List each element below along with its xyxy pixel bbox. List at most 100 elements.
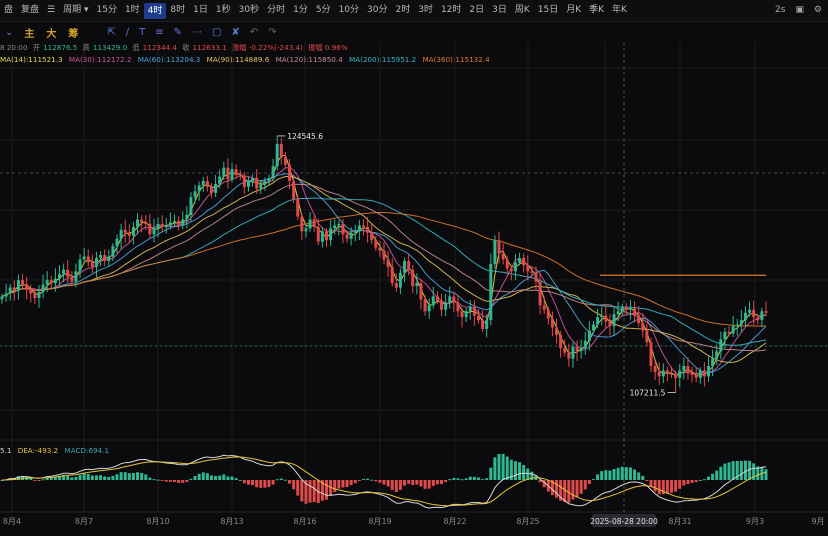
ellipsis-icon[interactable]: ⋯ <box>187 27 207 38</box>
timeframe-23[interactable]: 月K <box>562 0 585 21</box>
macd-bar <box>600 471 604 480</box>
trend-line-icon[interactable]: ∕ <box>121 27 134 38</box>
redo-icon[interactable]: ↷ <box>263 27 281 38</box>
timeframe-14[interactable]: 10分 <box>335 0 363 21</box>
candle-body <box>690 373 694 375</box>
timeframe-8[interactable]: 1日 <box>189 0 212 21</box>
macd-bar <box>136 472 140 480</box>
timeframe-13[interactable]: 5分 <box>312 0 335 21</box>
candle-body <box>559 334 563 349</box>
high-label: 124545.6 <box>287 132 323 141</box>
timeframe-2[interactable]: ☰ <box>43 0 59 21</box>
open-value: 112876.5 <box>43 43 78 52</box>
candle-body <box>12 287 16 291</box>
candle-body <box>489 263 493 321</box>
macd-bar <box>637 472 641 480</box>
candle-body <box>283 157 287 165</box>
timeframe-6[interactable]: 4时 <box>143 2 167 19</box>
draw-cursor-icon[interactable]: ⇱ <box>102 27 120 38</box>
macd-bar <box>575 480 579 498</box>
timeframe-3[interactable]: 周期 ▾ <box>59 0 92 21</box>
price-chart[interactable]: 124545.6 107211.5 8月4 8月7 8月10 8月13 8月16 8月19 8… <box>0 0 828 536</box>
timeframe-22[interactable]: 15日 <box>534 0 562 21</box>
timeframe-12[interactable]: 1分 <box>289 0 312 21</box>
candle-body <box>653 366 657 372</box>
ma-line <box>1 197 767 346</box>
macd-bar <box>489 467 493 480</box>
timeframe-5[interactable]: 1时 <box>121 0 144 21</box>
camera-icon[interactable]: ▣ <box>795 0 804 21</box>
settings-icon[interactable]: ⚙ <box>814 0 822 21</box>
amplitude-value: 振幅 0.96% <box>308 43 348 52</box>
chip-distribution-button[interactable]: 筹 <box>62 25 84 40</box>
macd-bar <box>279 478 283 480</box>
timeframe-19[interactable]: 2日 <box>465 0 488 21</box>
macd-bar <box>472 476 476 480</box>
timeframe-9[interactable]: 1秒 <box>212 0 235 21</box>
macd-bar <box>341 480 345 488</box>
candle-body <box>168 222 172 226</box>
macd-bar <box>189 478 193 480</box>
macd-bar <box>353 480 357 484</box>
macd-bar <box>616 467 620 480</box>
macd-bar <box>283 479 287 481</box>
macd-bar <box>464 478 468 480</box>
fib-icon[interactable]: ≡ <box>150 27 168 38</box>
timeframe-20[interactable]: 3日 <box>488 0 511 21</box>
candle-body <box>308 219 312 229</box>
timeframe-25[interactable]: 年K <box>608 0 631 21</box>
macd-bar <box>620 466 624 480</box>
text-icon[interactable]: T <box>134 27 150 38</box>
candle-body <box>312 219 316 227</box>
macd-bar <box>513 461 517 480</box>
candle-body <box>760 311 764 321</box>
candle-body <box>382 250 386 260</box>
refresh-rate[interactable]: 2s <box>775 0 785 21</box>
chevron-down-icon[interactable]: ⌄ <box>0 27 18 38</box>
candle-body <box>440 300 444 310</box>
timeframe-16[interactable]: 2时 <box>391 0 414 21</box>
timeframe-21[interactable]: 周K <box>511 0 534 21</box>
large-order-button[interactable]: 大 <box>40 25 62 40</box>
candle-body <box>255 178 259 189</box>
candle-body <box>620 306 624 312</box>
main-indicator-button[interactable]: 主 <box>18 25 40 40</box>
candle-body <box>279 144 283 158</box>
candle-body <box>587 330 591 341</box>
candle-body <box>538 281 542 306</box>
timeframe-10[interactable]: 30秒 <box>235 0 263 21</box>
candle-body <box>723 331 727 340</box>
candle-body <box>600 315 604 318</box>
macd-bar <box>423 480 427 489</box>
timeframe-11[interactable]: 分时 <box>263 0 289 21</box>
delete-icon[interactable]: ✘ <box>227 27 245 38</box>
macd-bar <box>678 480 682 489</box>
brush-icon[interactable]: ✎ <box>169 27 187 38</box>
timeframe-0[interactable]: 盘 <box>0 0 17 21</box>
timeframe-15[interactable]: 30分 <box>363 0 391 21</box>
candle-body <box>152 228 156 235</box>
macd-bar <box>743 460 747 480</box>
low-value: 112344.4 <box>142 43 177 52</box>
timeframe-17[interactable]: 3时 <box>414 0 437 21</box>
timeframe-4[interactable]: 15分 <box>93 0 121 21</box>
ma-line <box>1 212 767 327</box>
undo-icon[interactable]: ↶ <box>245 27 263 38</box>
measure-icon[interactable]: ▢ <box>207 27 226 38</box>
timeframe-1[interactable]: 复盘 <box>17 0 43 21</box>
x-tick-label: 9月 <box>811 517 824 526</box>
macd-bar <box>160 480 164 481</box>
crosshair-time-label: 2025-08-28 20:00 <box>590 517 658 526</box>
macd-bar <box>583 480 587 490</box>
candle-body <box>66 269 70 278</box>
macd-bar <box>193 476 197 480</box>
candlesticks <box>0 135 768 393</box>
candle-body <box>288 164 292 181</box>
candle-body <box>526 265 530 272</box>
candle-body <box>727 331 731 334</box>
candle-body <box>665 370 669 374</box>
timeframe-18[interactable]: 12时 <box>437 0 465 21</box>
candle-body <box>337 223 341 226</box>
timeframe-24[interactable]: 季K <box>585 0 608 21</box>
timeframe-7[interactable]: 8时 <box>166 0 189 21</box>
